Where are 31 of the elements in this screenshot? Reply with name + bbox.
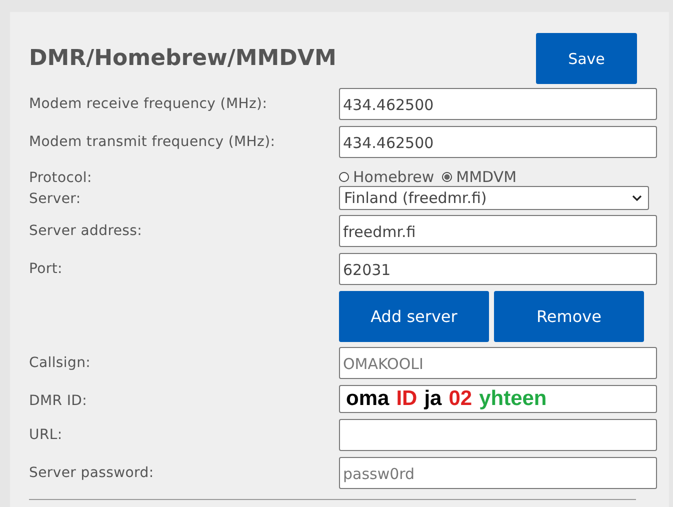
field-label: Protocol:	[29, 170, 92, 186]
remove-button[interactable]: Remove	[494, 291, 644, 342]
server-dropdown[interactable]: Finland (freedmr.fi)	[339, 186, 649, 210]
field-label: DMR ID:	[29, 393, 88, 409]
input-field[interactable]: 434.462500	[339, 88, 657, 120]
input-field[interactable]: 434.462500	[339, 126, 657, 158]
radio-button[interactable]: Homebrew	[339, 167, 434, 187]
save-button[interactable]: Save	[536, 33, 637, 84]
annotation-word: ja	[424, 387, 442, 411]
field-label: Modem receive frequency (MHz):	[29, 96, 268, 112]
field-label: URL:	[29, 427, 62, 443]
input-field[interactable]: freedmr.fi	[339, 215, 657, 247]
annotation-word: yhteen	[479, 387, 547, 411]
input-field[interactable]: OMAKOOLI	[339, 347, 657, 379]
field-label: Modem transmit frequency (MHz):	[29, 134, 276, 150]
input-field[interactable]: oma ID ja 02 yhteen	[339, 385, 657, 413]
field-label: Port:	[29, 261, 62, 277]
input-field[interactable]: passw0rd	[339, 457, 657, 489]
input-field[interactable]	[339, 419, 657, 451]
add-server-button[interactable]: Add server	[339, 291, 489, 342]
field-label: Callsign:	[29, 355, 91, 371]
page-title: DMR/Homebrew/MMDVM	[29, 46, 336, 71]
field-label: Server password:	[29, 465, 154, 481]
field-label: Server address:	[29, 223, 142, 239]
chevron-down-icon	[632, 195, 642, 201]
radio-button[interactable]: MMDVM	[442, 167, 517, 187]
field-label: Server:	[29, 191, 81, 207]
annotation-word: 02	[448, 387, 472, 411]
annotation-word: ID	[396, 387, 418, 411]
annotation-word: oma	[346, 387, 390, 411]
input-field[interactable]: 62031	[339, 253, 657, 285]
